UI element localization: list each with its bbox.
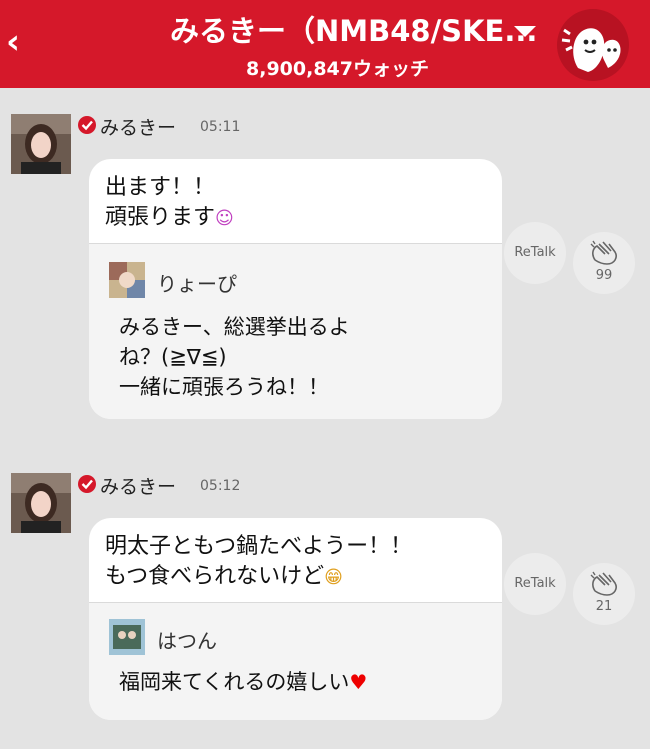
post-item: みるきー 05:11 出ます！！ 頑張ります☺ りょーぴ みるきー、総選挙出るよ…	[0, 108, 650, 428]
clap-button[interactable]: 99	[573, 232, 635, 294]
header-bar: ‹ みるきー（NMB48/SKE... 8,900,847ウォッチ	[0, 0, 650, 88]
verified-check-icon	[78, 475, 96, 493]
post-time: 05:11	[200, 119, 241, 135]
watch-count: 8,900,847ウォッチ	[246, 58, 429, 80]
message-bubble: 明太子ともつ鍋たべようー！！ もつ食べられないけど😁 はつん 福岡来てくれるの嬉…	[89, 518, 502, 720]
post-time: 05:12	[200, 478, 241, 494]
quote-avatar[interactable]	[109, 619, 145, 655]
quote-author[interactable]: はつん	[157, 625, 217, 654]
page-title[interactable]: みるきー（NMB48/SKE...	[170, 8, 537, 50]
avatar[interactable]	[11, 473, 71, 533]
post-item: みるきー 05:12 明太子ともつ鍋たべようー！！ もつ食べられないけど😁 はつ…	[0, 467, 650, 727]
clap-count: 99	[595, 268, 613, 283]
retalk-button[interactable]: ReTalk	[504, 553, 566, 615]
caret-down-icon[interactable]	[514, 26, 536, 37]
quoted-post[interactable]: はつん 福岡来てくれるの嬉しい♥	[89, 602, 502, 720]
ghost-mascot-icon[interactable]	[556, 8, 630, 82]
grin-emoji-icon: 😁	[324, 567, 343, 588]
retalk-button[interactable]: ReTalk	[504, 222, 566, 284]
quote-text: みるきー、総選挙出るよ ね？(≧∇≦) 一緒に頑張ろうね！！	[119, 315, 350, 399]
post-author[interactable]: みるきー	[100, 113, 176, 140]
message-text: 出ます！！ 頑張ります☺	[105, 175, 234, 230]
chevron-left-icon[interactable]: ‹	[6, 22, 26, 62]
clap-icon	[590, 240, 617, 265]
smile-emoji-icon: ☺	[215, 208, 234, 229]
quoted-post[interactable]: りょーぴ みるきー、総選挙出るよ ね？(≧∇≦) 一緒に頑張ろうね！！	[89, 243, 502, 419]
message-bubble: 出ます！！ 頑張ります☺ りょーぴ みるきー、総選挙出るよ ね？(≧∇≦) 一緒…	[89, 159, 502, 419]
clap-button[interactable]: 21	[573, 563, 635, 625]
verified-check-icon	[78, 116, 96, 134]
clap-count: 21	[595, 599, 613, 614]
avatar[interactable]	[11, 114, 71, 174]
message-text: 明太子ともつ鍋たべようー！！ もつ食べられないけど😁	[105, 534, 413, 589]
quote-avatar[interactable]	[109, 262, 145, 298]
heart-icon: ♥	[349, 670, 368, 694]
quote-text: 福岡来てくれるの嬉しい♥	[119, 670, 368, 694]
post-author[interactable]: みるきー	[100, 472, 176, 499]
clap-icon	[590, 571, 617, 596]
quote-author[interactable]: りょーぴ	[157, 268, 237, 297]
